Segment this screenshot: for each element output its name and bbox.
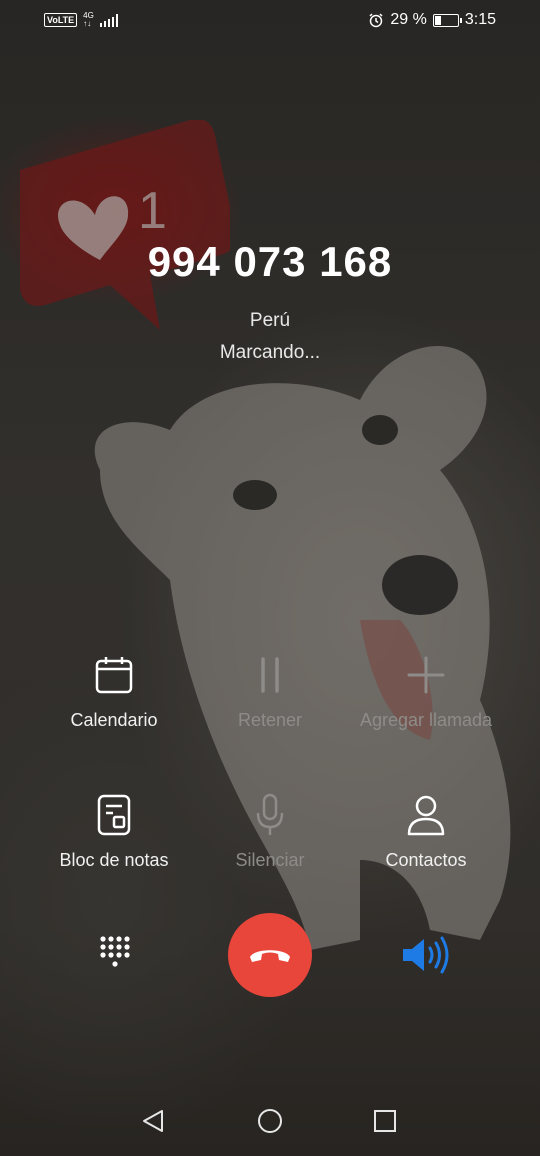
end-call-icon — [250, 950, 290, 962]
notepad-label: Bloc de notas — [59, 850, 169, 870]
dialpad-button[interactable] — [95, 934, 135, 974]
network-type: 4G ↑↓ — [83, 11, 94, 28]
signal-icon — [99, 13, 118, 27]
recents-icon[interactable] — [373, 1109, 397, 1133]
microphone-icon — [256, 793, 284, 835]
call-controls — [0, 912, 540, 998]
pause-icon — [261, 657, 279, 693]
speaker-icon — [403, 936, 449, 974]
home-icon[interactable] — [257, 1108, 283, 1134]
alarm-icon — [369, 13, 383, 28]
plus-icon — [407, 656, 445, 694]
back-icon[interactable] — [140, 1108, 166, 1134]
person-icon — [407, 795, 445, 836]
mute-label: Silenciar — [235, 850, 305, 870]
hold-button[interactable]: Retener — [180, 650, 360, 731]
call-location: Perú — [249, 310, 291, 331]
status-bar: VoLTE 4G ↑↓ 29 % 3:15 — [0, 0, 540, 40]
mute-button[interactable]: Silenciar — [180, 790, 360, 871]
dialpad-icon — [100, 936, 130, 967]
battery-icon — [432, 13, 462, 27]
hold-label: Retener — [237, 710, 303, 730]
speaker-button[interactable] — [400, 935, 452, 975]
navigation-bar — [0, 1094, 540, 1156]
contacts-button[interactable]: Contactos — [336, 790, 516, 871]
add-call-label: Agregar llamada — [359, 710, 493, 730]
end-call-button[interactable] — [228, 913, 312, 997]
calendar-button[interactable]: Calendario — [24, 650, 204, 731]
notepad-button[interactable]: Bloc de notas — [24, 790, 204, 871]
notepad-icon — [97, 794, 131, 836]
calendar-icon — [95, 657, 133, 694]
battery-percent: 29 % — [390, 11, 427, 28]
phone-number: 994 073 168 — [147, 238, 393, 285]
calendar-label: Calendario — [70, 710, 158, 730]
contacts-label: Contactos — [385, 850, 467, 870]
add-call-button[interactable]: Agregar llamada — [336, 650, 516, 731]
clock: 3:15 — [464, 11, 496, 28]
volte-badge: VoLTE — [44, 13, 78, 27]
call-status: Marcando... — [219, 342, 321, 363]
